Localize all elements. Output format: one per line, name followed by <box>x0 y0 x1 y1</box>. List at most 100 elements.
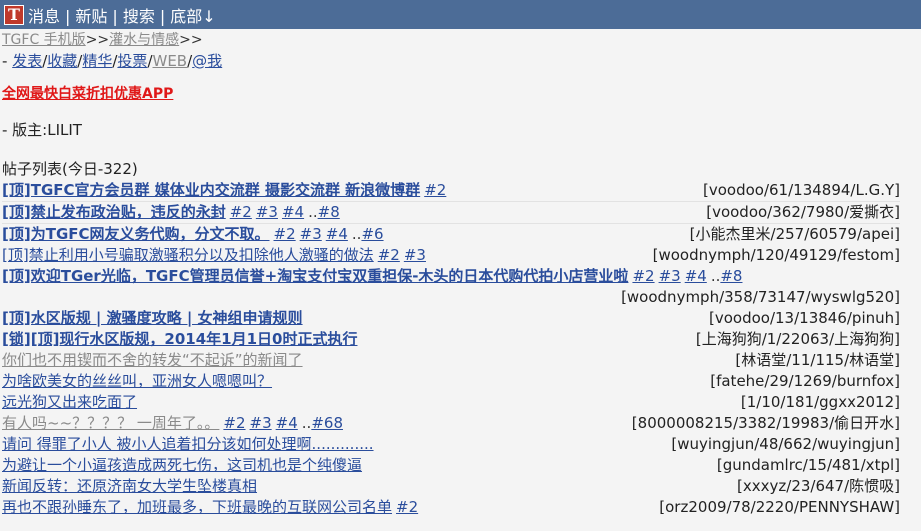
thread-title-group: [顶]为TGFC网友义务代购，分文不取。 #2 #3 #4 ..#6 <box>2 224 384 245</box>
thread-row: 为啥欧美女的丝丝叫，亚洲女人嗯嗯叫？ [fatehe/29/1269/burnfo… <box>2 371 900 392</box>
thread-page-link[interactable]: #3 <box>404 246 426 264</box>
thread-page-link[interactable]: #2 <box>223 414 245 432</box>
nav-messages[interactable]: 消息 <box>28 7 60 26</box>
promo-link[interactable]: 全网最快白菜折扣优惠APP <box>2 86 173 102</box>
thread-title-link[interactable]: 请问 得罪了小人 被小人追着扣分该如何处理啊............. <box>2 435 374 453</box>
top-bar: T 消息 | 新贴 | 搜索 | 底部↓ <box>0 0 921 29</box>
thread-title-link[interactable]: 有人吗~~？？？？ 一周年了。。 <box>2 414 219 432</box>
thread-list-title: 帖子列表(今日-322) <box>2 160 138 178</box>
thread-list: [顶]TGFC官方会员群 媒体业内交流群 摄影交流群 新浪微博群 #2 [voodo… <box>2 180 900 518</box>
thread-title-group: [锁][顶]现行水区版规，2014年1月1日0时正式执行 <box>2 329 357 350</box>
thread-title-link[interactable]: 为避让一个小逼孩造成两死七伤，这司机也是个纯傻逼 <box>2 456 362 474</box>
thread-title-link[interactable]: 为啥欧美女的丝丝叫，亚洲女人嗯嗯叫？ <box>2 372 272 390</box>
thread-title-link[interactable]: 新闻反转：还原济南女大学生坠楼真相 <box>2 477 257 495</box>
site-logo[interactable]: T <box>4 4 24 25</box>
digest-link[interactable]: 精华 <box>82 52 112 70</box>
nav-bottom[interactable]: 底部↓ <box>170 7 215 26</box>
thread-title-group: 为啥欧美女的丝丝叫，亚洲女人嗯嗯叫？ <box>2 371 272 392</box>
poll-link[interactable]: 投票 <box>117 52 147 70</box>
thread-title-link[interactable]: [锁][顶]现行水区版规，2014年1月1日0时正式执行 <box>2 330 357 348</box>
thread-meta: [林语堂/11/115/林语堂] <box>735 351 900 369</box>
thread-page-link[interactable]: #2 <box>632 267 654 285</box>
thread-row: 远光狗又出来吃面了 [1/10/181/ggxx2012] <box>2 392 900 413</box>
breadcrumb-separator: >> <box>85 32 110 48</box>
nav-separator: | <box>112 6 118 26</box>
thread-page-link[interactable]: #3 <box>659 267 681 285</box>
thread-meta: [woodnymph/358/73147/wyswlg520] <box>621 288 900 306</box>
thread-page-link[interactable]: #3 <box>256 203 278 221</box>
thread-meta: [小能杰里米/257/60579/apei] <box>689 225 900 243</box>
thread-title-link[interactable]: [顶]禁止发布政治贴，违反的永封 <box>2 203 226 221</box>
thread-title-group: 再也不跟孙睡东了，加班最多，下班最晚的互联网公司名单 #2 <box>2 497 418 518</box>
thread-row: [顶]TGFC官方会员群 媒体业内交流群 摄影交流群 新浪微博群 #2 [voodo… <box>2 180 900 202</box>
thread-meta: [gundamlrc/15/481/xtpl] <box>716 456 900 474</box>
thread-meta: [1/10/181/ggxx2012] <box>740 393 900 411</box>
nav-search[interactable]: 搜索 <box>123 7 155 26</box>
page-ellipsis: .. <box>301 414 312 432</box>
thread-page-link[interactable]: #2 <box>378 246 400 264</box>
breadcrumb-forum-link[interactable]: 灌水与情感 <box>109 32 179 48</box>
thread-page-link[interactable]: #2 <box>424 181 446 199</box>
thread-title-group: [顶]禁止发布政治贴，违反的永封 #2 #3 #4 ..#8 <box>2 202 340 223</box>
thread-title-link[interactable]: [顶]水区版规 | 激骚度攻略 | 女神组申请规则 <box>2 309 303 327</box>
thread-row: [顶]禁止发布政治贴，违反的永封 #2 #3 #4 ..#8 [voodoo/362/79… <box>2 202 900 224</box>
thread-title-group: 有人吗~~？？？？ 一周年了。。 #2 #3 #4 ..#68 <box>2 413 343 434</box>
thread-title-group: 为避让一个小逼孩造成两死七伤，这司机也是个纯傻逼 <box>2 455 362 476</box>
thread-meta: [fatehe/29/1269/burnfox] <box>710 372 900 390</box>
thread-title-link[interactable]: 再也不跟孙睡东了，加班最多，下班最晚的互联网公司名单 <box>2 498 392 516</box>
thread-meta: [voodoo/13/13846/pinuh] <box>709 309 900 327</box>
thread-last-page-link[interactable]: #8 <box>318 203 340 221</box>
thread-row: 再也不跟孙睡东了，加班最多，下班最晚的互联网公司名单 #2 [orz2009/78/… <box>2 497 900 518</box>
thread-title-link[interactable]: [顶]欢迎TGer光临，TGFC管理员信誉+淘宝支付宝双重担保-木头的日本代购代… <box>2 267 628 285</box>
page-ellipsis: .. <box>351 225 362 243</box>
thread-last-page-link[interactable]: #6 <box>361 225 383 243</box>
post-link[interactable]: 发表 <box>12 52 42 70</box>
breadcrumb-separator: >> <box>179 32 203 48</box>
nav-separator: | <box>65 6 71 26</box>
top-nav: 消息 | 新贴 | 搜索 | 底部↓ <box>28 3 216 27</box>
moderator-label: - 版主:LILIT <box>2 121 82 139</box>
promo-banner: 全网最快白菜折扣优惠APP <box>2 83 900 103</box>
main-content: TGFC 手机版>>灌水与情感>> - 发表/收藏/精华/投票/WEB/@我 全… <box>0 30 921 518</box>
thread-row: 为避让一个小逼孩造成两死七伤，这司机也是个纯傻逼 [gundamlrc/15/48… <box>2 455 900 476</box>
nav-new-posts[interactable]: 新贴 <box>75 7 107 26</box>
thread-page-link[interactable]: #4 <box>326 225 348 243</box>
thread-row: 你们也不用锲而不舍的转发“不起诉”的新闻了 [林语堂/11/115/林语堂] <box>2 350 900 371</box>
favorites-link[interactable]: 收藏 <box>47 52 77 70</box>
thread-title-group: 你们也不用锲而不舍的转发“不起诉”的新闻了 <box>2 350 303 371</box>
thread-page-link[interactable]: #4 <box>685 267 707 285</box>
action-links: - 发表/收藏/精华/投票/WEB/@我 <box>2 52 223 70</box>
thread-meta: [voodoo/61/134894/L.G.Y] <box>703 181 900 199</box>
links-prefix: - <box>2 52 13 70</box>
thread-title-link[interactable]: [顶]TGFC官方会员群 媒体业内交流群 摄影交流群 新浪微博群 <box>2 181 420 199</box>
thread-meta: [orz2009/78/2220/PENNYSHAW] <box>659 498 900 516</box>
thread-row: 请问 得罪了小人 被小人追着扣分该如何处理啊............. [wuyi… <box>2 434 900 455</box>
thread-meta: [voodoo/362/7980/爱撕衣] <box>706 203 900 221</box>
thread-last-page-link[interactable]: #8 <box>720 267 742 285</box>
thread-meta: [wuyingjun/48/662/wuyingjun] <box>671 435 900 453</box>
thread-page-link[interactable]: #3 <box>250 414 272 432</box>
page-ellipsis: .. <box>308 203 318 221</box>
mentions-link[interactable]: @我 <box>192 52 222 70</box>
thread-title-group: [顶]禁止利用小号骗取激骚积分以及扣除他人激骚的做法 #2 #3 <box>2 245 426 266</box>
thread-last-page-link[interactable]: #68 <box>311 414 343 432</box>
thread-row: [锁][顶]现行水区版规，2014年1月1日0时正式执行 [上海狗狗/1/2206… <box>2 329 900 350</box>
thread-title-group: [顶]TGFC官方会员群 媒体业内交流群 摄影交流群 新浪微博群 #2 <box>2 180 446 201</box>
thread-page-link[interactable]: #2 <box>396 498 418 516</box>
thread-title-link[interactable]: 你们也不用锲而不舍的转发“不起诉”的新闻了 <box>2 351 303 369</box>
breadcrumb-site-link[interactable]: TGFC 手机版 <box>2 32 86 48</box>
thread-row: [顶]水区版规 | 激骚度攻略 | 女神组申请规则 [voodoo/13/1384… <box>2 308 900 329</box>
thread-row: [顶]欢迎TGer光临，TGFC管理员信誉+淘宝支付宝双重担保-木头的日本代购代… <box>2 266 900 308</box>
page-ellipsis: .. <box>710 267 721 285</box>
thread-page-link[interactable]: #2 <box>230 203 252 221</box>
thread-title-link[interactable]: [顶]禁止利用小号骗取激骚积分以及扣除他人激骚的做法 <box>2 246 374 264</box>
thread-page-link[interactable]: #3 <box>300 225 322 243</box>
web-link[interactable]: WEB <box>153 52 188 70</box>
thread-page-link[interactable]: #2 <box>274 225 296 243</box>
thread-title-group: 请问 得罪了小人 被小人追着扣分该如何处理啊............. <box>2 434 374 455</box>
thread-page-link[interactable]: #4 <box>282 203 304 221</box>
thread-title-link[interactable]: 远光狗又出来吃面了 <box>2 393 137 411</box>
breadcrumb: TGFC 手机版>>灌水与情感>> <box>2 30 900 50</box>
thread-page-link[interactable]: #4 <box>276 414 298 432</box>
thread-title-link[interactable]: [顶]为TGFC网友义务代购，分文不取。 <box>2 225 270 243</box>
